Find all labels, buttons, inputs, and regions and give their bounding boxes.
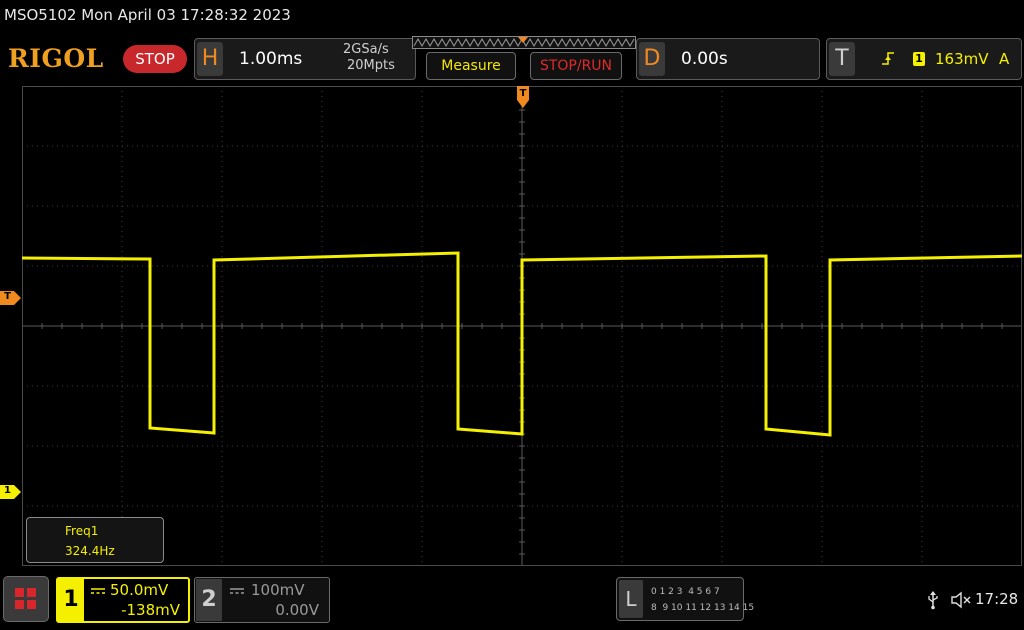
channel2-number: 2	[196, 579, 222, 621]
speaker-muted-icon[interactable]	[950, 591, 972, 609]
delay-value: 0.00s	[681, 49, 728, 69]
channel1-number: 1	[58, 579, 84, 621]
logic-channels-high: 8 9 10 11 12 13 14 15	[651, 603, 755, 613]
channel1-scale: 50.0mV	[110, 581, 169, 599]
trigger-position-marker[interactable]: T	[516, 86, 530, 110]
measurement-box[interactable]: Freq1 324.4Hz	[26, 517, 164, 563]
logic-letter: L	[619, 580, 643, 618]
waveform-display[interactable]	[22, 86, 1022, 566]
channel2-scale: 100mV	[251, 581, 305, 599]
timebase-value: 1.00ms	[239, 49, 303, 69]
title-bar: MSO5102 Mon April 03 17:28:32 2023	[4, 6, 291, 24]
logic-channels-low: 0 1 2 3 4 5 6 7	[651, 587, 720, 597]
logic-panel[interactable]: L 0 1 2 3 4 5 6 7 8 9 10 11 12 13 14 15	[616, 577, 754, 621]
menu-button[interactable]	[3, 576, 49, 622]
horizontal-panel[interactable]: H 1.00ms 2GSa/s 20Mpts	[194, 38, 416, 80]
dc-coupling-icon	[91, 588, 105, 594]
trigger-position-strip	[412, 36, 636, 49]
delay-letter: D	[639, 42, 665, 76]
trigger-marker-label: T	[519, 88, 527, 99]
measurement-value: 324.4Hz	[65, 544, 115, 558]
horizontal-letter: H	[197, 42, 223, 76]
channel2-offset: 0.00V	[275, 601, 319, 619]
clock: 17:28	[975, 590, 1019, 608]
menu-grid-icon	[15, 588, 36, 609]
rigol-logo: RIGOL	[8, 44, 104, 73]
trigger-letter: T	[829, 42, 855, 76]
trigger-panel[interactable]: T 1 163mV A	[826, 38, 1022, 80]
trigger-level-marker[interactable]: T	[0, 290, 22, 305]
measure-button[interactable]: Measure	[426, 52, 516, 80]
sample-rate: 2GSa/s	[343, 42, 389, 57]
dc-coupling-icon	[230, 588, 244, 594]
rising-edge-icon	[882, 52, 894, 65]
channel1-offset-marker[interactable]: 1	[0, 484, 22, 499]
channel1-panel[interactable]: 1 50.0mV -138mV	[56, 577, 190, 623]
usb-icon	[928, 591, 938, 610]
trigger-mode: A	[999, 50, 1010, 68]
channel1-marker-label: 1	[4, 485, 11, 496]
delay-panel[interactable]: D 0.00s	[636, 38, 820, 80]
trigger-source-badge: 1	[913, 52, 925, 66]
channel2-panel[interactable]: 2 100mV 0.00V	[194, 577, 330, 623]
memory-depth: 20Mpts	[347, 58, 395, 73]
trigger-level-label: T	[4, 291, 11, 302]
trigger-level: 163mV	[935, 50, 989, 68]
stop-run-button[interactable]: STOP/RUN	[530, 52, 622, 80]
channel1-offset: -138mV	[121, 601, 180, 619]
run-state-badge[interactable]: STOP	[123, 45, 187, 73]
measurement-name: Freq1	[65, 524, 99, 538]
